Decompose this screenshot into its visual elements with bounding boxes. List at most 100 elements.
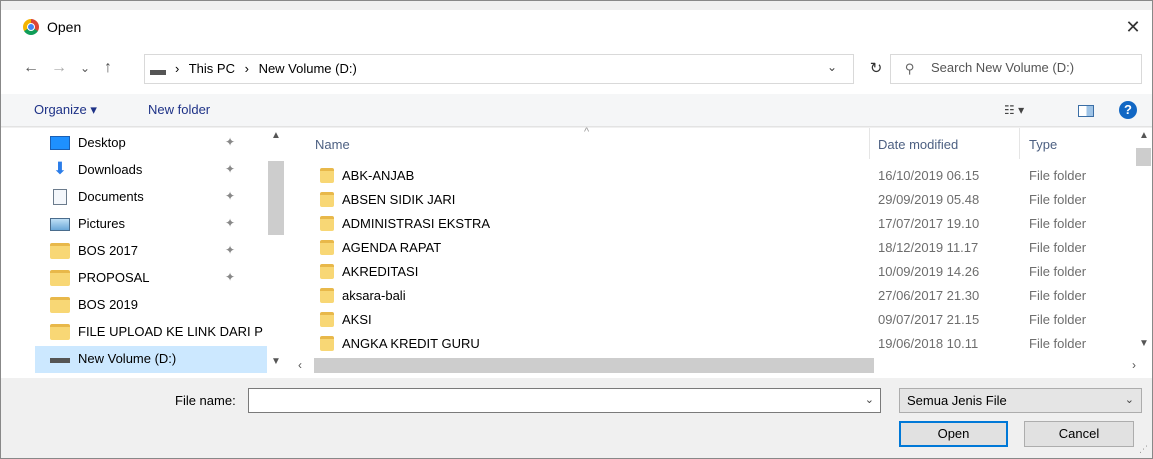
file-name: AKREDITASI [342,264,419,279]
sidebar-item-downloads[interactable]: ⬇ Downloads ✦ [35,157,267,184]
column-header-name[interactable]: Name ^ [294,126,869,159]
file-row[interactable]: ANGKA KREDIT GURU 19/06/2018 10.11 File … [294,332,1132,356]
pin-icon[interactable]: ✦ [225,243,235,257]
new-folder-button[interactable]: New folder [148,102,210,117]
search-input[interactable] [931,60,1131,75]
file-row[interactable]: AKSI 09/07/2017 21.15 File folder [294,308,1132,332]
sidebar-item-label: FILE UPLOAD KE LINK DARI P [78,324,263,339]
file-type: File folder [1029,168,1087,183]
open-button[interactable]: Open [899,421,1008,447]
folder-icon [50,270,70,286]
file-name-input[interactable] [253,392,853,407]
sidebar-item-pictures[interactable]: Pictures ✦ [35,211,267,238]
refresh-button[interactable]: ↻ [861,54,891,84]
file-type: File folder [1029,288,1087,303]
pin-icon[interactable]: ✦ [225,216,235,230]
file-type: File folder [1029,312,1087,327]
column-label: Date modified [878,137,959,152]
pin-icon[interactable]: ✦ [225,189,235,203]
back-button[interactable]: ← [23,58,39,78]
preview-pane-icon[interactable] [1078,105,1094,117]
up-button[interactable]: ↑ [104,58,112,78]
file-row[interactable]: AGENDA RAPAT 18/12/2019 11.17 File folde… [294,236,1132,260]
file-date: 09/07/2017 21.15 [878,312,980,327]
file-row[interactable]: ADMINISTRASI EKSTRA 17/07/2017 19.10 Fil… [294,212,1132,236]
file-row[interactable]: AKREDITASI 10/09/2019 14.26 File folder [294,260,1132,284]
folder-icon [320,336,334,351]
scroll-down-icon[interactable]: ▼ [1139,338,1149,349]
forward-button[interactable]: → [51,58,67,78]
sidebar-item-bos-2017[interactable]: BOS 2017 ✦ [35,238,267,265]
file-name: ANGKA KREDIT GURU [342,336,480,351]
window-title: Open [47,19,82,35]
file-name: ABK-ANJAB [342,168,415,183]
column-label: Name [315,137,350,152]
resize-grip-icon[interactable]: ⋰ [1139,444,1148,455]
scroll-up-icon[interactable]: ▲ [1139,130,1149,141]
change-view-icon[interactable]: ☷ ▾ [1004,103,1024,117]
chevron-down-icon[interactable]: ⌄ [865,393,874,406]
chevron-down-icon: ⌄ [1124,394,1134,406]
breadcrumb: › This PC › New Volume (D:) [175,61,363,76]
file-row[interactable]: aksara-bali 27/06/2017 21.30 File folder [294,284,1132,308]
sidebar-item-desktop[interactable]: Desktop ✦ [35,130,267,157]
navigation-pane: Desktop ✦ ⬇ Downloads ✦ Documents ✦ Pict… [35,128,285,374]
file-row[interactable]: ABK-ANJAB 16/10/2019 06.15 File folder [294,164,1132,188]
scrollbar-thumb[interactable] [268,161,284,235]
pin-icon[interactable]: ✦ [225,135,235,149]
file-row[interactable]: ABSEN SIDIK JARI 29/09/2019 05.48 File f… [294,188,1132,212]
breadcrumb-this-pc[interactable]: This PC [189,61,235,76]
file-name: aksara-bali [342,288,406,303]
sidebar-item-label: BOS 2017 [78,243,138,258]
title-bar: Open ✕ [1,10,1152,44]
sidebar-item-proposal[interactable]: PROPOSAL ✦ [35,265,267,292]
organize-button[interactable]: Organize ▾ [34,102,97,118]
command-toolbar: Organize ▾ New folder ☷ ▾ ? [1,94,1152,127]
dialog-body: Desktop ✦ ⬇ Downloads ✦ Documents ✦ Pict… [1,126,1152,378]
sidebar-item-documents[interactable]: Documents ✦ [35,184,267,211]
folder-icon [50,324,70,340]
scrollbar-thumb[interactable] [1136,148,1151,166]
folder-icon [320,168,334,183]
pin-icon[interactable]: ✦ [225,162,235,176]
breadcrumb-new-volume[interactable]: New Volume (D:) [259,61,357,76]
file-type: File folder [1029,216,1087,231]
folder-icon [320,312,334,327]
navigation-pane-scrollbar[interactable]: ▲ ▼ [267,128,285,374]
sidebar-item-label: Pictures [78,216,125,231]
scroll-up-icon[interactable]: ▲ [271,130,281,141]
file-type-filter[interactable]: Semua Jenis File ⌄ [899,388,1142,413]
documents-icon [53,189,67,205]
scroll-left-icon[interactable]: ‹ [298,358,302,372]
file-name: ABSEN SIDIK JARI [342,192,456,207]
file-list-vertical-scrollbar[interactable]: ▲ ▼ [1135,128,1152,357]
sidebar-item-label: Documents [78,189,144,204]
column-header-date-modified[interactable]: Date modified [870,128,1020,159]
file-date: 10/09/2019 14.26 [878,264,980,279]
file-list-horizontal-scrollbar[interactable]: ‹ › [294,357,1152,374]
downloads-icon: ⬇ [52,159,68,178]
help-icon[interactable]: ? [1119,101,1137,119]
sort-ascending-icon: ^ [584,126,590,138]
column-header-type[interactable]: Type [1020,128,1132,159]
cancel-button[interactable]: Cancel [1024,421,1134,447]
scrollbar-thumb[interactable] [314,358,874,373]
sidebar-item-file-upload[interactable]: FILE UPLOAD KE LINK DARI P [35,319,267,346]
file-type: File folder [1029,240,1087,255]
scroll-down-icon[interactable]: ▼ [271,356,281,367]
column-label: Type [1029,137,1058,152]
recent-locations-button[interactable]: ⌄ [80,58,90,78]
sidebar-item-label: PROPOSAL [78,270,150,285]
address-bar[interactable]: › This PC › New Volume (D:) ⌄ [144,54,854,84]
folder-icon [320,264,334,279]
file-type: File folder [1029,336,1087,351]
sidebar-item-new-volume[interactable]: New Volume (D:) [35,346,267,373]
file-name-combobox[interactable]: ⌄ [248,388,881,413]
close-button[interactable]: ✕ [1120,14,1146,40]
chevron-down-icon[interactable]: ⌄ [827,60,837,74]
search-box[interactable]: ⚲ [890,54,1142,84]
scroll-right-icon[interactable]: › [1132,358,1136,372]
pin-icon[interactable]: ✦ [225,270,235,284]
sidebar-item-label: New Volume (D:) [78,351,177,366]
sidebar-item-bos-2019[interactable]: BOS 2019 [35,292,267,319]
